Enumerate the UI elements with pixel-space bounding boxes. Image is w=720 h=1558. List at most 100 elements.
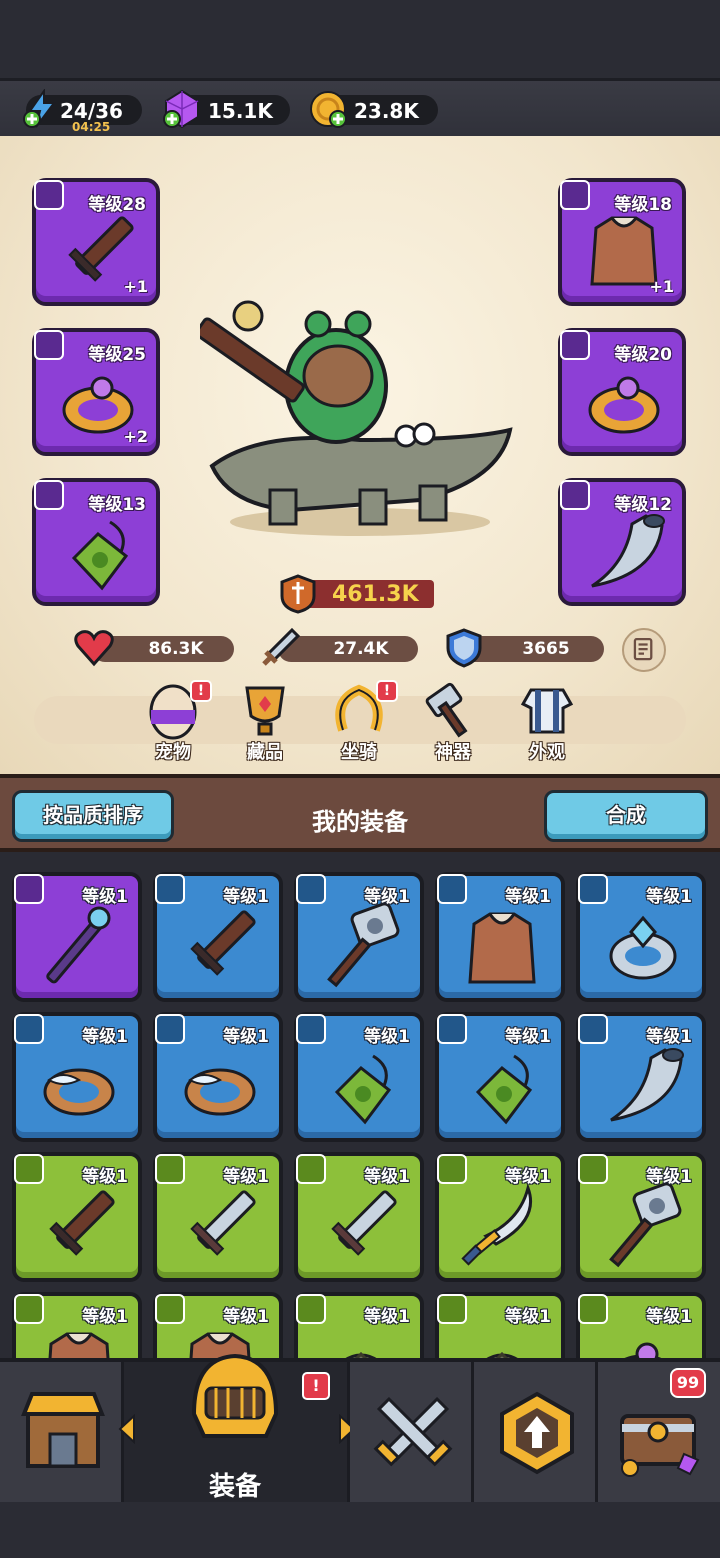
slot-bonus: +1 [649, 277, 674, 296]
hammer-icon [327, 902, 400, 988]
item-level: 等级1 [82, 887, 128, 907]
hp-stat: 86.3K [74, 630, 234, 667]
inventory-item[interactable]: 等级1 [576, 1292, 706, 1360]
coins-counter[interactable]: 23.8K [310, 91, 438, 128]
slot-level: 等级28 [88, 195, 146, 215]
item-level: 等级1 [364, 887, 410, 907]
inventory-item[interactable]: 等级1 [294, 1012, 424, 1142]
feature-collection[interactable]: 藏品 [230, 680, 300, 770]
wooden-sword-icon [190, 910, 256, 976]
item-level: 等级1 [646, 1167, 692, 1187]
silver-horn-icon [610, 1048, 684, 1122]
energy-timer: 04:25 [72, 120, 111, 134]
equip-slot-ring-left[interactable]: 等级25 +2 [32, 328, 160, 456]
defense-stat: 3665 [446, 628, 604, 668]
slot-level: 等级13 [88, 495, 146, 515]
inventory-item[interactable]: 等级1 [435, 1152, 565, 1282]
inventory-item[interactable]: 等级1 [153, 1012, 283, 1142]
stats-detail-button[interactable] [622, 628, 666, 672]
upgrade-arrow-icon [500, 1391, 574, 1475]
equip-slot-armor[interactable]: 等级18 +1 [558, 178, 686, 306]
sort-by-quality-button[interactable]: 按品质排序 [12, 790, 174, 842]
inventory-item[interactable]: 等级1 [12, 1012, 142, 1142]
item-level: 等级1 [82, 1167, 128, 1187]
inventory-item[interactable]: 等级1 [153, 872, 283, 1002]
item-level: 等级1 [223, 1167, 269, 1187]
item-level: 等级1 [646, 887, 692, 907]
silver-horn-icon [591, 514, 665, 588]
hammer-icon [609, 1182, 682, 1268]
equip-slot-horn[interactable]: 等级12 [558, 478, 686, 606]
crossed-swords-icon [373, 1396, 453, 1467]
item-level: 等级1 [82, 1307, 128, 1327]
attack-value: 27.4K [333, 639, 389, 659]
alert-badge: ! [302, 1372, 330, 1400]
chest-count-badge: 99 [670, 1368, 706, 1398]
feature-label: 外观 [529, 742, 565, 763]
helmet-icon [191, 1353, 279, 1438]
item-level: 等级1 [646, 1027, 692, 1047]
staff-icon [46, 906, 111, 984]
item-level: 等级1 [505, 1027, 551, 1047]
outfit-icon [520, 688, 574, 734]
inventory-item[interactable]: 等级1 [576, 1012, 706, 1142]
feature-label: 宠物 [155, 742, 191, 763]
gems-counter[interactable]: 15.1K [163, 89, 290, 129]
nav-upgrade[interactable] [474, 1362, 598, 1502]
equip-slot-weapon[interactable]: 等级28 +1 [32, 178, 160, 306]
green-amulet-icon [334, 1054, 392, 1125]
steel-sword-icon [190, 1190, 256, 1256]
hero-character[interactable] [200, 290, 520, 550]
inventory-item[interactable]: 等级1 [12, 872, 142, 1002]
system-bar-area [0, 1502, 720, 1558]
inventory-item[interactable]: 等级1 [435, 872, 565, 1002]
curved-sword-icon [461, 1182, 533, 1266]
item-level: 等级1 [364, 1307, 410, 1327]
defense-value: 3665 [522, 639, 570, 659]
feather-ring-icon [43, 1068, 115, 1116]
inventory-item[interactable]: 等级1 [576, 872, 706, 1002]
inventory-item[interactable]: 等级1 [294, 1292, 424, 1360]
attack-stat: 27.4K [262, 627, 418, 666]
item-level: 等级1 [223, 1307, 269, 1327]
feather-ring-icon [184, 1068, 256, 1116]
item-level: 等级1 [646, 1307, 692, 1327]
trophy-icon [245, 686, 285, 736]
feature-appearance[interactable]: 外观 [512, 680, 582, 770]
feature-artifact[interactable]: 神器 [418, 680, 488, 770]
wooden-sword-icon [49, 1190, 115, 1256]
inventory-item[interactable]: 等级1 [435, 1012, 565, 1142]
inventory-item[interactable]: 等级1 [576, 1152, 706, 1282]
feature-mount[interactable]: 坐骑 ! [324, 680, 398, 770]
nav-shop[interactable] [0, 1362, 124, 1502]
power-value: 461.3K [332, 582, 419, 607]
inventory-item[interactable]: 等级1 [153, 1152, 283, 1282]
slot-level: 等级18 [614, 195, 672, 215]
arrow-left-icon[interactable] [118, 1414, 138, 1444]
merge-button[interactable]: 合成 [544, 790, 708, 842]
item-level: 等级1 [505, 1307, 551, 1327]
gold-ring-icon [588, 376, 660, 434]
item-level: 等级1 [82, 1027, 128, 1047]
inventory-item[interactable]: 等级1 [435, 1292, 565, 1360]
power-rating: 461.3K [278, 574, 436, 614]
slot-level: 等级25 [88, 345, 146, 365]
equip-slot-ring-right[interactable]: 等级20 [558, 328, 686, 456]
inventory-item[interactable]: 等级1 [294, 1152, 424, 1282]
equip-slot-necklace[interactable]: 等级13 [32, 478, 160, 606]
power-shield-icon [280, 574, 316, 614]
inventory-item[interactable]: 等级1 [12, 1152, 142, 1282]
feature-pet[interactable]: 宠物 ! [138, 680, 212, 770]
hammer-icon [425, 682, 468, 738]
slot-level: 等级12 [614, 495, 672, 515]
inventory-item[interactable]: 等级1 [294, 872, 424, 1002]
steel-sword-icon [331, 1190, 397, 1256]
crystal-ring-icon [609, 915, 677, 980]
leather-vest-icon [468, 912, 536, 984]
inventory-item[interactable]: 等级1 [12, 1292, 142, 1360]
slot-bonus: +1 [123, 277, 148, 296]
green-amulet-icon [475, 1054, 533, 1125]
shop-icon [21, 1392, 105, 1468]
nav-battle[interactable] [350, 1362, 474, 1502]
equipment-header: 按品质排序 我的装备 合成 [0, 774, 720, 852]
